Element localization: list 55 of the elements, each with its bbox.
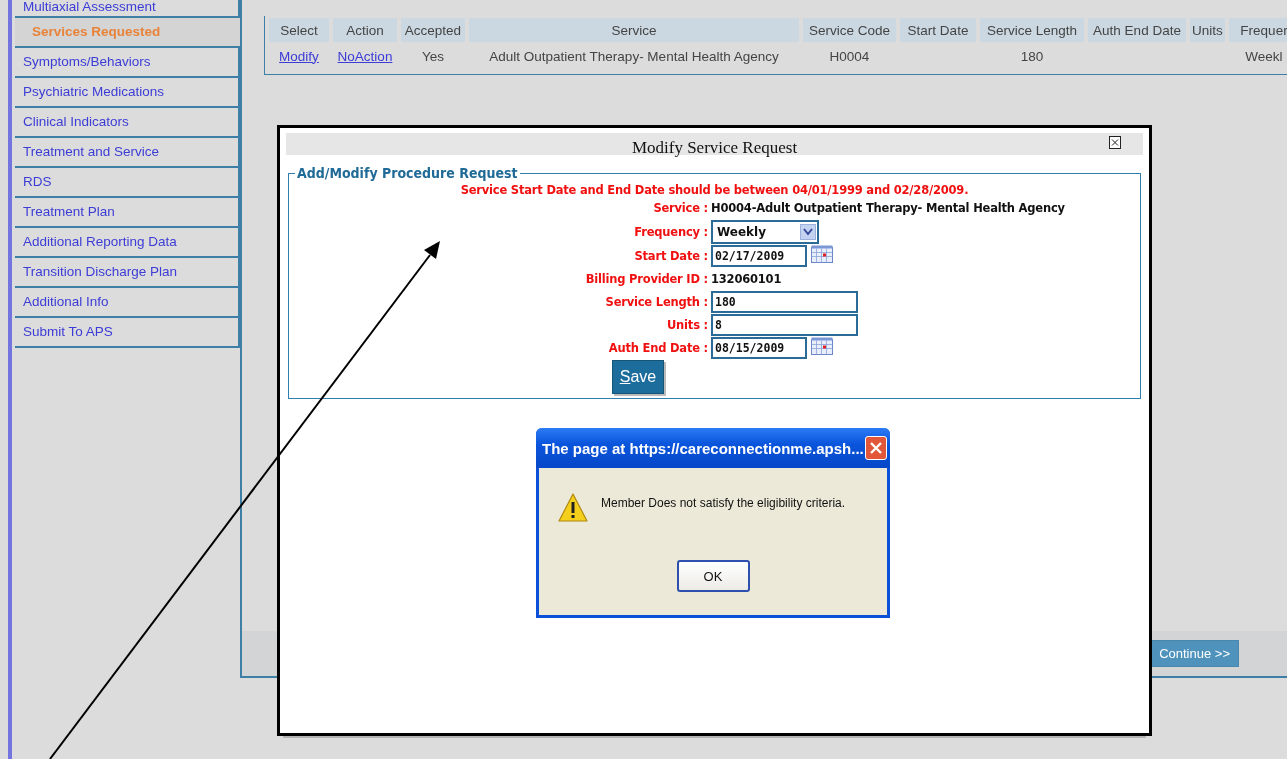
column-header: Service bbox=[469, 18, 799, 42]
field-label: Start Date : bbox=[633, 249, 708, 263]
field-label: Billing Provider ID : bbox=[584, 272, 708, 286]
column-header: Select bbox=[269, 18, 329, 42]
sidebar-item[interactable]: Psychiatric Medications bbox=[15, 78, 240, 108]
alert-title: The page at https://careconnectionme.apsh... bbox=[542, 439, 864, 457]
column-header: Auth End Date bbox=[1088, 18, 1186, 42]
date-field[interactable]: 08/15/2009 bbox=[711, 337, 807, 359]
alert-message: Member Does not satisfy the eligibility criteria. bbox=[601, 496, 846, 510]
save-button[interactable]: Save bbox=[611, 360, 665, 394]
column-header: Accepted bbox=[401, 18, 465, 42]
column-header: Frequer bbox=[1229, 18, 1287, 42]
column-header: Units bbox=[1190, 18, 1225, 42]
table-cell: Adult Outpatient Therapy- Mental Health Agency bbox=[489, 48, 779, 64]
field-value: H0004-Adult Outpatient Therapy- Mental Health Agency bbox=[711, 201, 1065, 215]
sidebar-item[interactable]: RDS bbox=[15, 168, 240, 198]
input-field[interactable]: 180 bbox=[711, 291, 858, 313]
warning-icon bbox=[557, 492, 589, 524]
ok-button[interactable]: OK bbox=[676, 560, 750, 592]
field-value: 132060101 bbox=[711, 272, 782, 286]
field-label: Service Length : bbox=[604, 295, 708, 309]
table-cell: 180 bbox=[1020, 48, 1044, 64]
sidebar-item[interactable]: Transition Discharge Plan bbox=[15, 258, 240, 288]
field-label: Service : bbox=[652, 201, 708, 215]
sidebar-item[interactable]: Treatment Plan bbox=[15, 198, 240, 228]
sidebar-item[interactable]: Additional Info bbox=[15, 288, 240, 318]
table-link[interactable]: Modify bbox=[279, 48, 319, 64]
input-field[interactable]: 8 bbox=[711, 314, 858, 336]
column-header: Service Code bbox=[803, 18, 896, 42]
field-label: Units : bbox=[666, 318, 708, 332]
close-icon[interactable] bbox=[1109, 136, 1121, 149]
frequency-select[interactable]: Weekly bbox=[711, 220, 819, 244]
calendar-icon[interactable] bbox=[811, 245, 833, 263]
continue-button[interactable]: Continue >> bbox=[1150, 640, 1239, 667]
sidebar-item[interactable]: Treatment and Service bbox=[15, 138, 240, 168]
table-cell: Weekl bbox=[1245, 48, 1283, 64]
calendar-icon[interactable] bbox=[811, 337, 833, 355]
date-range-notice: Service Start Date and End Date should be between 04/01/1999 and 02/28/2009. bbox=[459, 183, 970, 197]
table-cell: H0004 bbox=[829, 48, 870, 64]
field-label: Frequency : bbox=[633, 225, 708, 239]
column-header: Service Length bbox=[980, 18, 1084, 42]
table-link[interactable]: NoAction bbox=[337, 48, 393, 64]
modal-title: Modify Service Request bbox=[631, 138, 798, 158]
sidebar-item[interactable]: Symptoms/Behaviors bbox=[15, 48, 240, 78]
sidebar-item[interactable]: Additional Reporting Data bbox=[15, 228, 240, 258]
close-button[interactable] bbox=[865, 436, 887, 460]
sidebar-item[interactable]: Clinical Indicators bbox=[15, 108, 240, 138]
section-title: Add/Modify Procedure Request bbox=[296, 165, 519, 181]
column-header: Start Date bbox=[900, 18, 976, 42]
field-label: Auth End Date : bbox=[607, 341, 708, 355]
column-header: Action bbox=[333, 18, 397, 42]
close-icon bbox=[869, 441, 883, 455]
table-cell: Yes bbox=[422, 48, 444, 64]
sidebar-item[interactable]: Submit To APS bbox=[15, 318, 240, 348]
date-field[interactable]: 02/17/2009 bbox=[711, 245, 807, 267]
